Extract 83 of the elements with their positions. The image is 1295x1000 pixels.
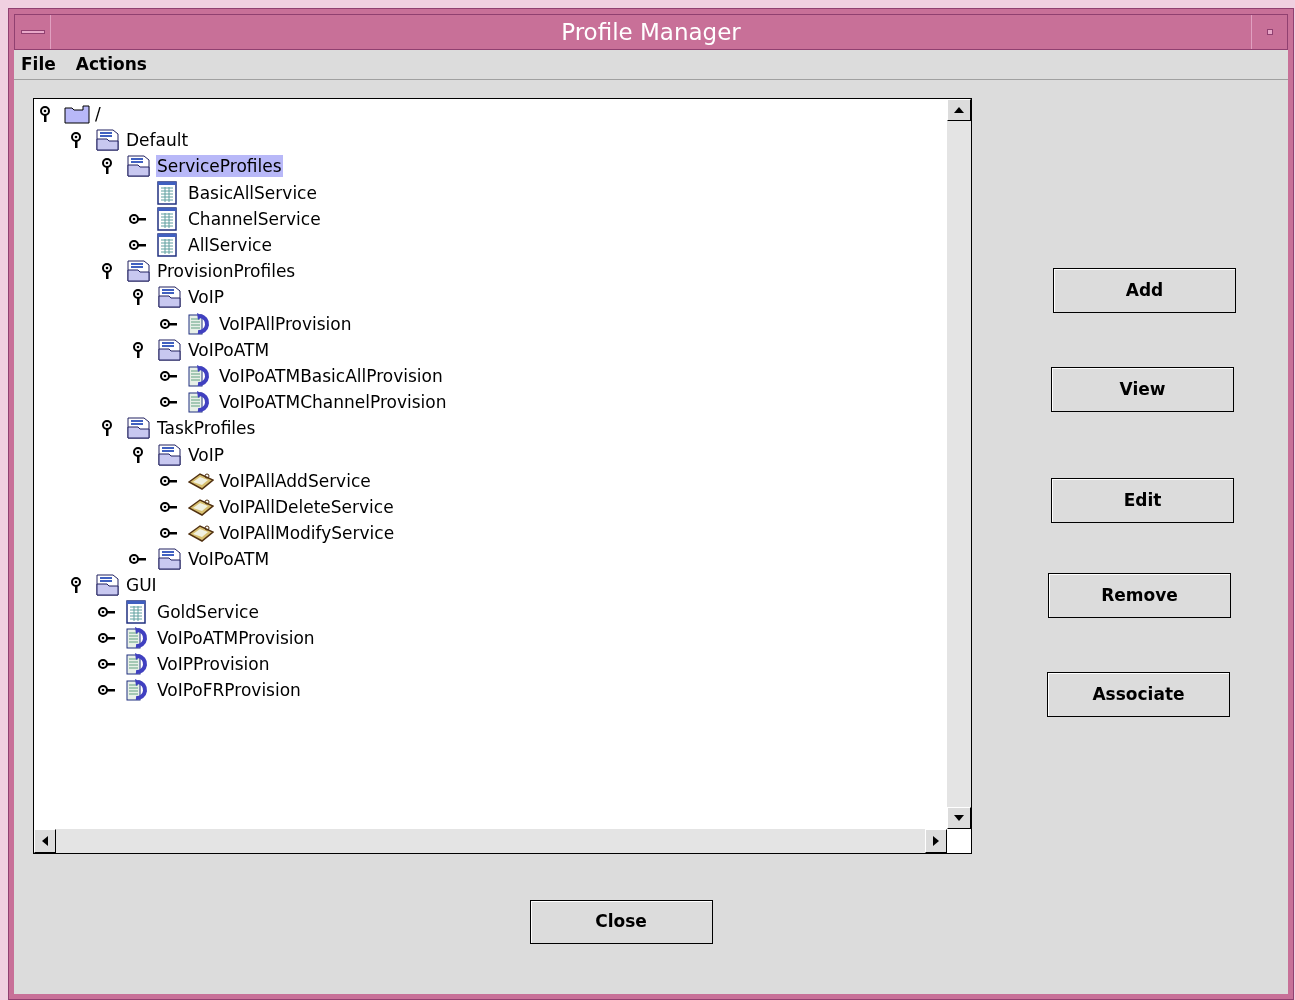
expanded-toggle-icon[interactable]: [101, 420, 113, 437]
tree-item[interactable]: VoIPAllDeleteService: [218, 495, 395, 518]
clipboard-icon: [188, 496, 214, 517]
expanded-toggle-icon[interactable]: [132, 341, 144, 358]
clipboard-icon: [188, 470, 214, 491]
open-folder-icon: [95, 573, 121, 598]
tree-item[interactable]: VoIPoFRProvision: [156, 679, 302, 702]
tree-item[interactable]: VoIPoATMProvision: [156, 626, 316, 649]
minus-icon: [20, 30, 45, 34]
tree-item[interactable]: /: [94, 103, 102, 126]
scroll-up-button[interactable]: [947, 99, 971, 121]
expanded-toggle-icon[interactable]: [39, 106, 51, 123]
tree-item[interactable]: VoIPoATM: [187, 338, 271, 361]
tree-item[interactable]: GUI: [125, 574, 158, 597]
left-arrow-icon: [42, 836, 48, 846]
scroll-right-button[interactable]: [925, 829, 947, 853]
tree-item[interactable]: VoIPoATMChannelProvision: [218, 391, 448, 414]
expanded-toggle-icon[interactable]: [101, 263, 113, 280]
tree-item[interactable]: VoIPoATMBasicAllProvision: [218, 364, 444, 387]
tree-item[interactable]: VoIPProvision: [156, 653, 271, 676]
side-button[interactable]: View: [1051, 367, 1234, 412]
tree-item[interactable]: ProvisionProfiles: [156, 260, 297, 283]
open-folder-icon: [157, 547, 183, 572]
open-folder-icon: [157, 442, 183, 467]
side-button[interactable]: Add: [1053, 268, 1236, 313]
collapsed-toggle-icon[interactable]: [98, 631, 116, 644]
open-folder-icon: [126, 154, 152, 179]
menu-item[interactable]: Actions: [75, 51, 147, 78]
spreadsheet-icon: [157, 233, 177, 258]
tree-item[interactable]: VoIP: [187, 286, 225, 309]
horizontal-scrollbar[interactable]: [34, 829, 947, 853]
up-arrow-icon: [954, 107, 964, 113]
tree-item[interactable]: TaskProfiles: [156, 417, 257, 440]
collapsed-toggle-icon[interactable]: [129, 239, 147, 252]
open-folder-icon: [126, 259, 152, 284]
expanded-toggle-icon[interactable]: [70, 132, 82, 149]
collapsed-toggle-icon[interactable]: [98, 658, 116, 671]
tree-item[interactable]: VoIP: [187, 443, 225, 466]
collapsed-toggle-icon[interactable]: [129, 212, 147, 225]
window-title: Profile Manager: [560, 18, 742, 47]
open-folder-icon: [95, 128, 121, 153]
collapsed-toggle-icon[interactable]: [129, 553, 147, 566]
side-button[interactable]: Associate: [1047, 672, 1230, 717]
tree-item[interactable]: VoIPAllAddService: [218, 469, 372, 492]
expanded-toggle-icon[interactable]: [132, 446, 144, 463]
square-icon: [1266, 29, 1273, 35]
spreadsheet-icon: [126, 599, 146, 624]
collapsed-toggle-icon[interactable]: [160, 369, 178, 382]
tree-item[interactable]: ServiceProfiles: [156, 155, 283, 178]
collapsed-toggle-icon[interactable]: [98, 684, 116, 697]
collapsed-toggle-icon[interactable]: [98, 605, 116, 618]
tree-item[interactable]: BasicAllService: [187, 181, 318, 204]
collapsed-toggle-icon[interactable]: [160, 396, 178, 409]
collapsed-toggle-icon[interactable]: [160, 500, 178, 513]
open-folder-icon: [157, 285, 183, 310]
vertical-scrollbar[interactable]: [947, 99, 971, 829]
close-button[interactable]: Close: [529, 900, 713, 944]
menu-item[interactable]: File: [21, 51, 56, 78]
folder-icon: [64, 104, 90, 125]
tree-item[interactable]: VoIPAllModifyService: [218, 522, 396, 545]
expanded-toggle-icon[interactable]: [70, 577, 82, 594]
open-folder-icon: [157, 337, 183, 362]
side-button[interactable]: Remove: [1048, 573, 1231, 618]
expanded-toggle-icon[interactable]: [132, 289, 144, 306]
collapsed-toggle-icon[interactable]: [160, 527, 178, 540]
tree-item[interactable]: VoIPoATM: [187, 548, 271, 571]
side-button[interactable]: Edit: [1051, 478, 1234, 523]
collapsed-toggle-icon[interactable]: [160, 317, 178, 330]
tree-item[interactable]: VoIPAllProvision: [218, 312, 353, 335]
clipboard-icon: [188, 523, 214, 544]
expanded-toggle-icon[interactable]: [101, 158, 113, 175]
collapsed-toggle-icon[interactable]: [160, 474, 178, 487]
scroll-down-button[interactable]: [947, 807, 971, 829]
spreadsheet-icon: [157, 206, 177, 231]
down-arrow-icon: [954, 815, 964, 821]
open-folder-icon: [126, 416, 152, 441]
tree-item[interactable]: AllService: [187, 234, 273, 257]
spreadsheet-icon: [157, 180, 177, 205]
tree-item[interactable]: GoldService: [156, 600, 260, 623]
right-arrow-icon: [933, 836, 939, 846]
tree-item[interactable]: Default: [125, 129, 190, 152]
tree-item[interactable]: ChannelService: [187, 207, 322, 230]
scroll-left-button[interactable]: [34, 829, 56, 853]
